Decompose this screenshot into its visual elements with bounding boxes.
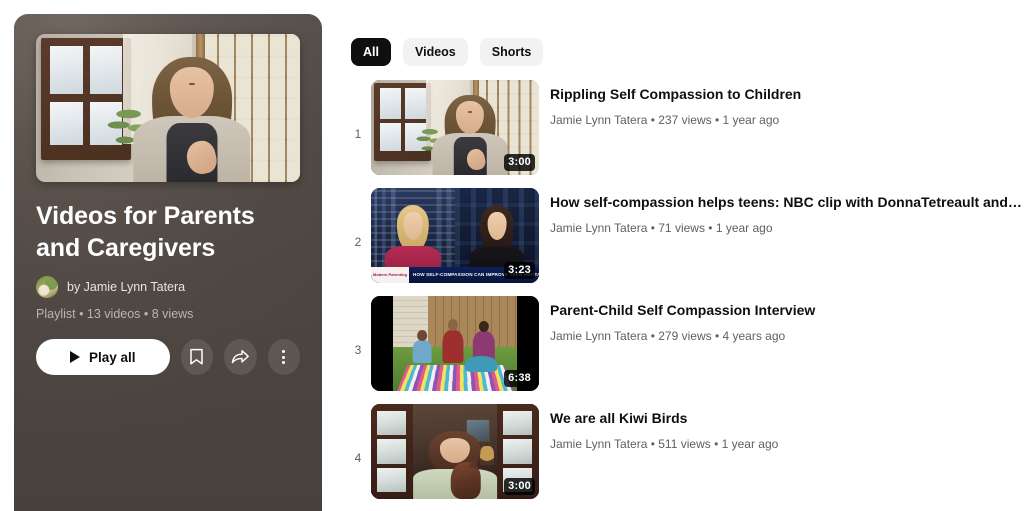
window-pane: [405, 87, 426, 119]
window-pane: [89, 45, 123, 95]
child-body: [412, 339, 432, 363]
playlist-hero-thumbnail[interactable]: [36, 34, 300, 182]
channel-avatar-icon: [36, 276, 58, 298]
backyard-scene: [392, 296, 518, 391]
playlist-info-panel: Videos for Parents and Caregivers by Jam…: [14, 14, 322, 511]
door-glass-pane: [376, 439, 407, 464]
video-thumbnail[interactable]: 3:00: [371, 404, 539, 499]
playlist-video-list-column: All Videos Shorts 1 3:00 Rippling Self C…: [345, 0, 1024, 511]
face: [440, 438, 470, 463]
video-duration-badge: 3:00: [504, 478, 535, 495]
filter-chip-videos[interactable]: Videos: [402, 38, 468, 66]
child-figure: [442, 318, 464, 363]
filter-chip-all[interactable]: All: [351, 38, 391, 66]
person-figure: [413, 430, 497, 499]
playlist-meta: Playlist • 13 videos • 8 views: [36, 307, 194, 321]
play-all-label: Play all: [89, 349, 136, 365]
video-duration-badge: 3:23: [504, 262, 535, 279]
video-text-block: How self-compassion helps teens: NBC cli…: [539, 188, 1024, 237]
video-title[interactable]: Rippling Self Compassion to Children: [550, 84, 1024, 104]
french-door-left: [371, 404, 413, 499]
more-options-button[interactable]: [267, 339, 300, 375]
play-icon: [70, 351, 80, 363]
share-button[interactable]: [224, 339, 257, 375]
mouth: [468, 111, 472, 113]
filter-chip-bar: All Videos Shorts: [345, 0, 1024, 66]
video-index: 3: [354, 343, 362, 357]
playlist-owner-name: by Jamie Lynn Tatera: [67, 280, 186, 294]
cat-ear: [468, 458, 480, 469]
door-glass-pane: [502, 410, 533, 436]
playlist-actions: Play all: [36, 339, 300, 375]
video-meta: Jamie Lynn Tatera • 511 views • 1 year a…: [550, 437, 779, 451]
share-arrow-icon: [231, 349, 250, 366]
play-all-button[interactable]: Play all: [36, 339, 170, 375]
video-list-item[interactable]: 1 3:00 Rippling Self Compassion to Child…: [345, 80, 1024, 188]
youtube-playlist-page: Videos for Parents and Caregivers by Jam…: [0, 0, 1024, 511]
video-list-item[interactable]: 4 3:00 We are all Kiwi Birds Jamie Lynn …: [345, 404, 1024, 511]
video-text-block: Rippling Self Compassion to Children Jam…: [539, 80, 1024, 129]
video-index: 1: [354, 127, 362, 141]
video-title[interactable]: We are all Kiwi Birds: [550, 408, 1024, 428]
woman-at-window-image: [36, 34, 300, 182]
window-pane: [380, 87, 401, 119]
window-pane: [50, 45, 83, 95]
video-title[interactable]: Parent-Child Self Compassion Interview: [550, 300, 1024, 320]
filter-chip-shorts[interactable]: Shorts: [479, 38, 544, 66]
video-meta: Jamie Lynn Tatera • 71 views • 1 year ag…: [550, 221, 773, 235]
child-head: [417, 330, 427, 341]
video-title[interactable]: How self-compassion helps teens: NBC cli…: [550, 192, 1024, 212]
window-pane: [50, 101, 83, 146]
child-figure: [412, 330, 432, 363]
chyron-logo: Modern Parenting: [371, 266, 410, 283]
video-list-item[interactable]: 2 Modern Parenting HOW SELF-COMPASSION C…: [345, 188, 1024, 296]
video-text-block: Parent-Child Self Compassion Interview J…: [539, 296, 1024, 345]
video-thumbnail[interactable]: 3:00: [371, 80, 539, 175]
door-glass-pane: [502, 439, 533, 464]
three-dots-icon: [282, 350, 286, 364]
cat: [450, 458, 481, 499]
video-index: 2: [354, 235, 362, 249]
video-thumbnail[interactable]: 6:38: [371, 296, 539, 391]
video-meta: Jamie Lynn Tatera • 237 views • 1 year a…: [550, 113, 780, 127]
window-pane: [380, 123, 401, 152]
bookmark-icon: [189, 348, 204, 366]
child-head: [478, 320, 489, 332]
door-glass-pane: [376, 467, 407, 493]
video-duration-badge: 6:38: [504, 370, 535, 387]
person-figure: [132, 55, 251, 182]
playlist-title: Videos for Parents and Caregivers: [36, 202, 255, 262]
video-rows: 1 3:00 Rippling Self Compassion to Child…: [345, 80, 1024, 511]
video-index: 4: [354, 451, 362, 465]
save-to-library-button[interactable]: [180, 339, 214, 375]
child-skirt: [464, 355, 498, 372]
door-glass-pane: [376, 410, 407, 436]
video-list-item[interactable]: 3 6:38 Parent-Child Self Compassion Inte…: [345, 296, 1024, 404]
playlist-owner-row[interactable]: by Jamie Lynn Tatera: [36, 276, 300, 298]
video-meta: Jamie Lynn Tatera • 279 views • 4 years …: [550, 329, 786, 343]
video-duration-badge: 3:00: [504, 154, 535, 171]
child-body: [442, 330, 464, 363]
video-text-block: We are all Kiwi Birds Jamie Lynn Tatera …: [539, 404, 1024, 453]
video-thumbnail[interactable]: Modern Parenting HOW SELF-COMPASSION CAN…: [371, 188, 539, 283]
person-figure: [432, 93, 508, 175]
mouth: [188, 82, 195, 86]
child-head: [448, 318, 459, 332]
